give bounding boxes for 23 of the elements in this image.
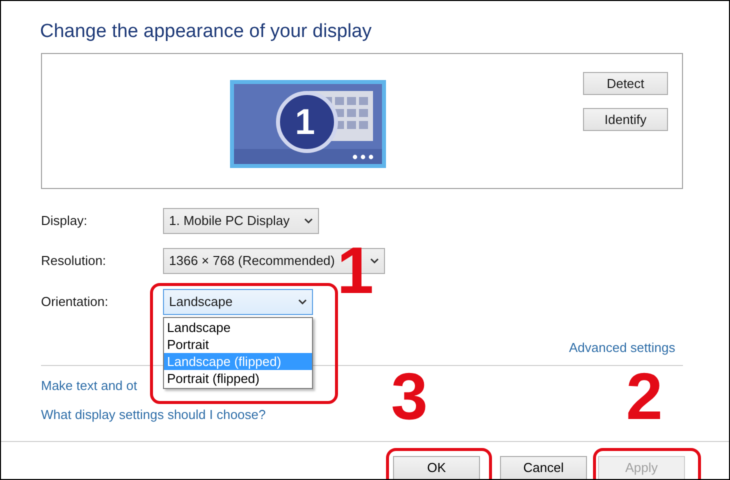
dropdown[interactable]: Landscape [163, 289, 313, 315]
monitor-icon[interactable] [229, 79, 387, 169]
annotation-number: 2 [626, 363, 663, 429]
advanced-settings-link[interactable]: Advanced settings [569, 338, 676, 358]
preview-button[interactable]: Detect [583, 72, 668, 95]
monitor-number: 1 [295, 102, 316, 142]
annotation-number: 3 [391, 363, 428, 429]
dropdown-option[interactable]: Portrait (flipped) [164, 370, 312, 387]
preview-button[interactable]: Identify [583, 108, 668, 131]
field-label: Display: [41, 212, 88, 230]
help-link[interactable]: What display settings should I choose? [41, 405, 266, 424]
chevron-icon [298, 299, 307, 305]
help-link[interactable]: Make text and ot [41, 376, 138, 396]
dialog-button[interactable]: Cancel [500, 456, 587, 479]
page-title: Change the appearance of your display [40, 20, 372, 44]
dialog-button[interactable]: OK [393, 456, 480, 479]
chevron-icon [304, 218, 313, 224]
dropdown-option[interactable]: Portrait [164, 336, 312, 353]
dropdown-option[interactable]: Landscape [164, 319, 312, 336]
chevron-icon [370, 258, 379, 264]
dropdown[interactable]: 1. Mobile PC Display [163, 208, 319, 234]
field-label: Resolution: [41, 252, 106, 270]
field-label: Orientation: [41, 293, 108, 311]
